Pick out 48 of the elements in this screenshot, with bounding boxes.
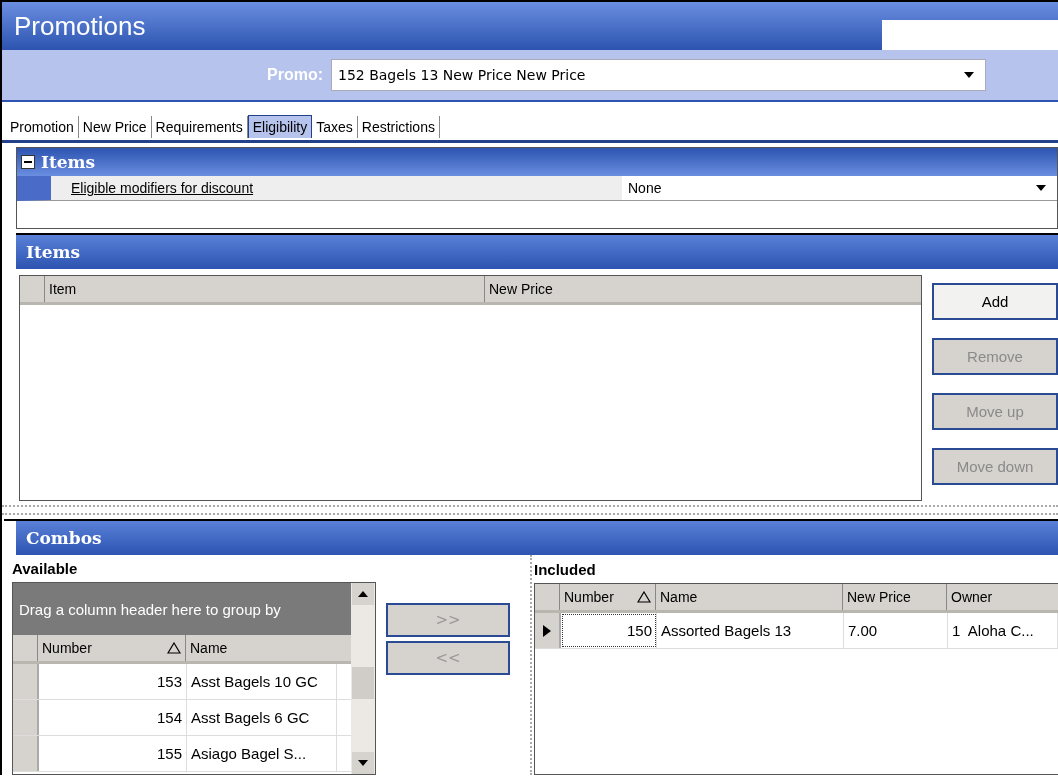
table-cell: 153	[39, 664, 187, 700]
sort-triangle-icon	[637, 591, 651, 603]
group-by-panel: Drag a column header here to group by	[13, 583, 351, 636]
table-cell: Assorted Bagels 13	[657, 613, 844, 648]
column-header[interactable]: Number	[559, 584, 655, 610]
section-title: Combos	[26, 528, 102, 548]
tab[interactable]: Requirements	[151, 116, 248, 138]
column-header[interactable]: Name	[655, 584, 842, 610]
dropdown-arrow-icon[interactable]	[963, 71, 975, 79]
tab[interactable]: Restrictions	[357, 116, 440, 138]
property-dropdown[interactable]: None	[622, 176, 1057, 200]
scroll-down-icon[interactable]	[358, 760, 368, 766]
scrollbar[interactable]	[351, 583, 375, 774]
column-header[interactable]: New Price	[484, 276, 884, 302]
tab[interactable]: Eligibility	[247, 115, 313, 138]
splitter[interactable]	[2, 505, 1058, 515]
table-cell: Asst Bagels 6 GC	[187, 700, 337, 736]
promo-label: Promo:	[267, 66, 323, 84]
promo-dropdown[interactable]: 152 Bagels 13 New Price New Price	[331, 59, 986, 91]
available-label: Available	[12, 559, 79, 580]
table-cell: Asst Bagels 10 GC	[187, 664, 337, 700]
collapse-icon[interactable]	[21, 155, 35, 169]
action-button[interactable]: Add	[932, 283, 1058, 320]
sort-triangle-icon	[167, 642, 181, 655]
table-cell: 155	[39, 736, 187, 772]
column-header[interactable]: Item	[44, 276, 484, 302]
tab[interactable]: New Price	[78, 116, 152, 138]
table-cell: 154	[39, 700, 187, 736]
column-header[interactable]: Name	[185, 635, 335, 662]
blank-field[interactable]	[882, 20, 1058, 50]
table-cell: 1 Aloha C...	[948, 613, 1058, 648]
group-title: Items	[41, 152, 96, 172]
property-label: Eligible modifiers for discount	[70, 180, 255, 196]
scroll-thumb[interactable]	[352, 667, 374, 700]
included-label: Included	[534, 559, 597, 580]
scroll-up-icon[interactable]	[358, 591, 368, 598]
column-header[interactable]: Owner	[946, 584, 1056, 610]
window-title: Promotions	[14, 10, 147, 42]
tab[interactable]: Promotion	[6, 116, 79, 138]
column-header[interactable]: Number	[37, 635, 185, 662]
table-cell: 150	[561, 613, 657, 648]
table-cell: Asiago Bagel S...	[187, 736, 337, 772]
section-title: Items	[26, 242, 81, 262]
tab[interactable]: Taxes	[312, 116, 358, 138]
row-header[interactable]	[535, 613, 561, 648]
column-header[interactable]: New Price	[842, 584, 946, 610]
dropdown-arrow-icon[interactable]	[1035, 184, 1047, 192]
table-cell: 7.00	[844, 613, 948, 648]
